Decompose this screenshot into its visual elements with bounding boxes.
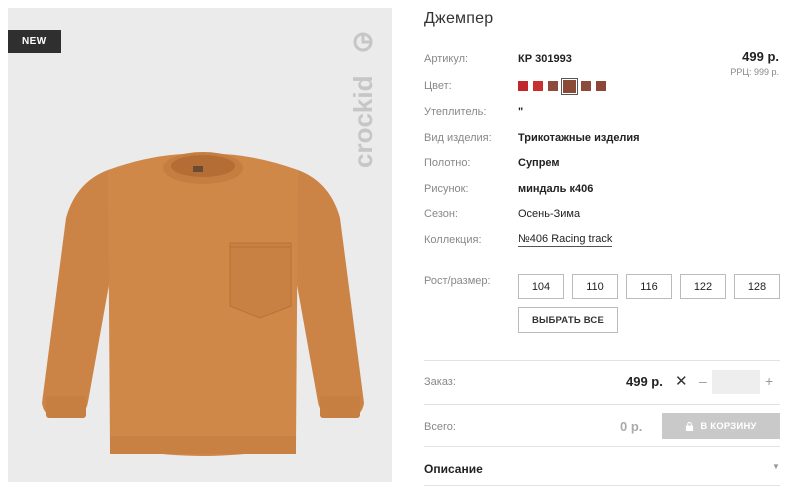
- garment-photo: [42, 152, 364, 457]
- spec-label: Цвет:: [424, 80, 452, 92]
- color-swatch[interactable]: [518, 81, 528, 91]
- total-label: Всего:: [424, 421, 456, 433]
- size-options: 104 110 116 122 128: [518, 274, 780, 299]
- spec-color: Цвет:: [424, 77, 606, 95]
- spec-label: Вид изделия:: [424, 132, 492, 144]
- spec-value: Супрем: [518, 157, 560, 169]
- decrement-button[interactable]: –: [699, 373, 707, 389]
- size-option[interactable]: 128: [734, 274, 780, 299]
- size-option[interactable]: 110: [572, 274, 618, 299]
- color-swatch[interactable]: [533, 81, 543, 91]
- spec-value: ": [518, 106, 524, 118]
- product-title: Джемпер: [424, 10, 494, 27]
- spec-label: Утеплитель:: [424, 106, 487, 118]
- color-swatch[interactable]: [596, 81, 606, 91]
- collection-link[interactable]: №406 Racing track: [518, 233, 613, 247]
- cart-button-label: В КОРЗИНУ: [700, 420, 757, 432]
- color-swatches: [518, 77, 606, 95]
- size-option[interactable]: 122: [680, 274, 726, 299]
- color-swatch[interactable]: [581, 81, 591, 91]
- order-price: 499 р.: [626, 374, 663, 389]
- spec-insulation: Утеплитель: ": [424, 104, 523, 120]
- spec-value: Осень-Зима: [518, 208, 581, 220]
- color-swatch[interactable]: [561, 77, 578, 95]
- divider: [424, 446, 780, 447]
- color-swatch[interactable]: [548, 81, 558, 91]
- increment-button[interactable]: +: [765, 373, 773, 389]
- spec-label: Сезон:: [424, 208, 458, 220]
- spec-value: КР 301993: [518, 53, 572, 65]
- spec-season: Сезон: Осень-Зима: [424, 206, 580, 222]
- select-all-button[interactable]: ВЫБРАТЬ ВСЕ: [518, 307, 618, 333]
- spec-label: Коллекция:: [424, 234, 482, 246]
- spec-fabric: Полотно: Супрем: [424, 155, 560, 171]
- spec-value: миндаль к406: [518, 183, 594, 195]
- caret-down-icon[interactable]: ▼: [772, 462, 780, 471]
- divider: [424, 360, 780, 361]
- spec-collection: Коллекция: №406 Racing track: [424, 232, 613, 248]
- size-option[interactable]: 104: [518, 274, 564, 299]
- description-toggle[interactable]: Описание: [424, 462, 483, 476]
- times-icon[interactable]: ✕: [675, 372, 688, 390]
- new-badge: NEW: [8, 30, 61, 53]
- rrp-price: РРЦ: 999 р.: [730, 67, 779, 77]
- spec-label: Артикул:: [424, 53, 469, 65]
- size-label: Рост/размер:: [424, 275, 491, 287]
- price: 499 р.: [742, 49, 779, 64]
- order-label: Заказ:: [424, 376, 456, 388]
- quantity-input[interactable]: [712, 370, 760, 394]
- product-image[interactable]: NEW crockid: [8, 8, 392, 482]
- divider: [424, 485, 780, 486]
- size-option[interactable]: 116: [626, 274, 672, 299]
- total-value: 0 р.: [620, 419, 643, 434]
- spec-label: Рисунок:: [424, 183, 469, 195]
- spec-pattern: Рисунок: миндаль к406: [424, 181, 593, 197]
- divider: [424, 404, 780, 405]
- spec-label: Полотно:: [424, 157, 471, 169]
- lock-icon: [686, 421, 694, 431]
- add-to-cart-button[interactable]: В КОРЗИНУ: [662, 413, 780, 439]
- spec-article: Артикул: КР 301993: [424, 51, 572, 67]
- spec-value: Трикотажные изделия: [518, 132, 640, 144]
- spec-item-type: Вид изделия: Трикотажные изделия: [424, 130, 640, 146]
